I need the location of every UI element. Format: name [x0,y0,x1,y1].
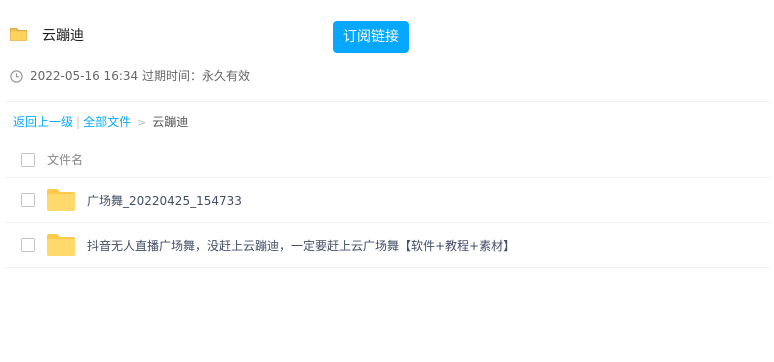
expiry-text: 过期时间：永久有效 [142,69,251,83]
divider [5,101,770,102]
share-date: 2022-05-16 16:34 [30,69,139,83]
divider [5,222,770,223]
folder-icon [47,234,75,256]
breadcrumb: 返回上一级 | 全部文件 > 云蹦迪 [13,114,188,131]
divider [5,177,770,178]
breadcrumb-arrow: > [137,116,147,129]
row-checkbox[interactable] [21,238,35,252]
all-files-link[interactable]: 全部文件 [83,115,131,129]
folder-icon [47,189,75,211]
clock-icon [10,70,23,83]
subscribe-link-button[interactable]: 订阅链接 [333,21,409,53]
file-name[interactable]: 抖音无人直播广场舞，没赶上云蹦迪，一定要赶上云广场舞【软件+教程+素材】 [87,238,515,254]
back-link[interactable]: 返回上一级 [13,115,73,129]
file-name[interactable]: 广场舞_20220425_154733 [87,193,242,209]
column-header-filename[interactable]: 文件名 [47,152,83,168]
select-all-checkbox[interactable] [21,153,35,167]
share-title: 云蹦迪 [42,28,84,44]
row-checkbox[interactable] [21,193,35,207]
folder-icon [10,28,27,41]
breadcrumb-current: 云蹦迪 [152,115,189,129]
divider [5,267,770,268]
breadcrumb-separator: | [76,115,81,129]
